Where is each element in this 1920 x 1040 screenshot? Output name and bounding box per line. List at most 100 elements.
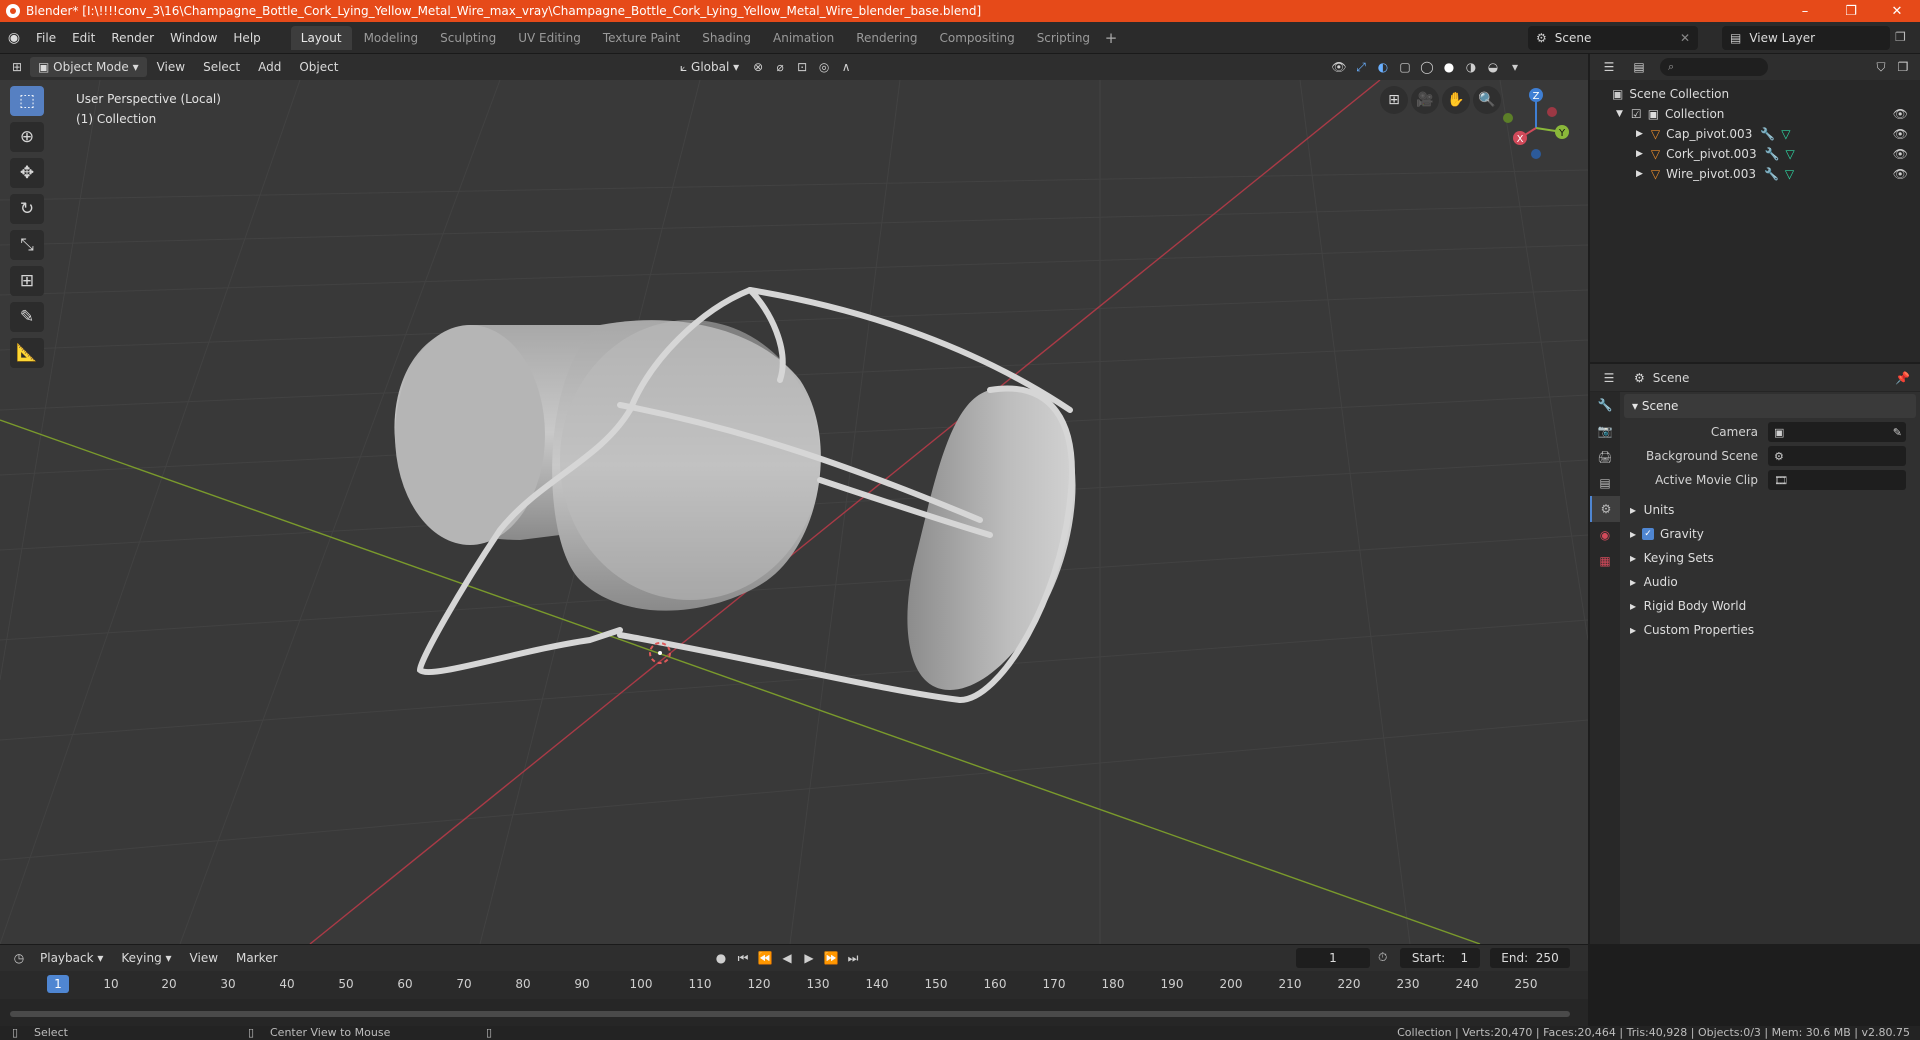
scene-tab-icon[interactable]: ⚙ xyxy=(1590,496,1620,522)
modifier-wrench-icon[interactable]: 🔧 xyxy=(1765,147,1780,161)
annotate-tool-icon[interactable]: ✎ xyxy=(10,302,44,332)
stopwatch-icon[interactable]: ⏱ xyxy=(1378,950,1387,965)
pivot-point-icon[interactable]: ⊗ xyxy=(747,57,769,77)
eye-icon[interactable]: 👁 xyxy=(1893,167,1908,181)
tab-scripting[interactable]: Scripting xyxy=(1027,26,1100,50)
active-movie-clip-field[interactable]: 🎞 xyxy=(1768,470,1906,490)
add-workspace-icon[interactable]: + xyxy=(1100,29,1122,47)
filter-icon[interactable]: ⛉ xyxy=(1870,57,1892,77)
tree-object-wire[interactable]: ▶ ▽ Wire_pivot.003 🔧 ▽ 👁 xyxy=(1590,164,1920,184)
menu-window[interactable]: Window xyxy=(162,22,225,54)
eye-icon[interactable]: 👁 xyxy=(1893,147,1908,161)
units-panel[interactable]: ▸ Units xyxy=(1620,498,1920,522)
3d-viewport[interactable]: Z Y X User Perspective (Local) (1) Colle… xyxy=(0,80,1588,944)
proportional-edit-icon[interactable]: ◎ xyxy=(813,57,835,77)
world-tab-icon[interactable]: ◉ xyxy=(1590,522,1620,548)
output-tab-icon[interactable]: 🖨 xyxy=(1590,444,1620,470)
end-frame-field[interactable]: End: 250 xyxy=(1490,948,1570,968)
menu-keying[interactable]: Keying ▾ xyxy=(113,948,179,968)
menu-playback[interactable]: Playback ▾ xyxy=(32,948,111,968)
visibility-icon[interactable]: 👁 xyxy=(1328,57,1350,77)
play-icon[interactable]: ▶ xyxy=(798,948,820,968)
menu-marker[interactable]: Marker xyxy=(228,948,285,968)
expand-arrow-icon[interactable]: ▶ xyxy=(1636,169,1643,179)
xray-icon[interactable]: ▢ xyxy=(1394,57,1416,77)
scale-tool-icon[interactable]: ⤡ xyxy=(10,230,44,260)
restore-button[interactable]: ❐ xyxy=(1828,0,1874,22)
texture-tab-icon[interactable]: ▦ xyxy=(1590,548,1620,574)
new-collection-icon[interactable]: ❐ xyxy=(1892,57,1914,77)
modifier-wrench-icon[interactable]: 🔧 xyxy=(1764,167,1779,181)
tab-layout[interactable]: Layout xyxy=(290,25,352,50)
snap-icon[interactable]: ⌀ xyxy=(769,57,791,77)
render-tab-icon[interactable]: 📷 xyxy=(1590,418,1620,444)
eyedropper-icon[interactable]: ✎ xyxy=(1893,426,1902,439)
measure-tool-icon[interactable]: 📐 xyxy=(10,338,44,368)
jump-end-icon[interactable]: ⏭ xyxy=(842,948,864,968)
outliner-editor-type-icon[interactable]: ☰ xyxy=(1598,57,1620,77)
perspective-toggle-icon[interactable]: ⊞ xyxy=(1380,86,1408,114)
gizmo-toggle-icon[interactable]: ⤢ xyxy=(1350,57,1372,77)
editor-type-icon[interactable]: ⊞ xyxy=(6,57,28,77)
tree-scene-collection[interactable]: ▣ Scene Collection xyxy=(1590,84,1920,104)
menu-select[interactable]: Select xyxy=(195,57,248,77)
new-view-layer-icon[interactable]: ❐ xyxy=(1895,30,1906,44)
rotate-tool-icon[interactable]: ↻ xyxy=(10,194,44,224)
cursor-tool-icon[interactable]: ⊕ xyxy=(10,122,44,152)
view-layer-tab-icon[interactable]: ▤ xyxy=(1590,470,1620,496)
mesh-data-icon[interactable]: ▽ xyxy=(1781,127,1790,141)
audio-panel[interactable]: ▸ Audio xyxy=(1620,570,1920,594)
record-icon[interactable]: ● xyxy=(710,948,732,968)
timeline-ruler[interactable]: 1 10 20 30 40 50 60 70 80 90 100 110 120… xyxy=(0,971,1588,999)
expand-arrow-icon[interactable]: ▶ xyxy=(1636,129,1643,139)
mesh-data-icon[interactable]: ▽ xyxy=(1786,147,1795,161)
menu-view[interactable]: View xyxy=(149,57,193,77)
transform-orientation-dropdown[interactable]: ⟀ Global ▾ xyxy=(672,57,747,77)
tree-collection[interactable]: ▼ ☑ ▣ Collection 👁 xyxy=(1590,104,1920,124)
menu-help[interactable]: Help xyxy=(225,22,268,54)
jump-start-icon[interactable]: ⏮ xyxy=(732,948,754,968)
timeline-track[interactable] xyxy=(0,999,1588,1027)
menu-add[interactable]: Add xyxy=(250,57,289,77)
camera-view-icon[interactable]: 🎥 xyxy=(1411,86,1439,114)
play-reverse-icon[interactable]: ◀ xyxy=(776,948,798,968)
tab-uv-editing[interactable]: UV Editing xyxy=(508,26,591,50)
modifier-wrench-icon[interactable]: 🔧 xyxy=(1760,127,1775,141)
mode-dropdown[interactable]: ▣ Object Mode ▾ xyxy=(30,57,147,77)
eye-icon[interactable]: 👁 xyxy=(1893,127,1908,141)
menu-object[interactable]: Object xyxy=(291,57,346,77)
zoom-icon[interactable]: 🔍 xyxy=(1473,86,1501,114)
outliner-search-input[interactable]: ⌕ xyxy=(1660,58,1768,76)
falloff-icon[interactable]: ∧ xyxy=(835,57,857,77)
checkbox-icon[interactable]: ☑ xyxy=(1631,107,1642,121)
navigation-gizmo[interactable]: Z Y X xyxy=(1503,88,1569,159)
tab-modeling[interactable]: Modeling xyxy=(354,26,429,50)
snap-target-icon[interactable]: ⊡ xyxy=(791,57,813,77)
menu-timeline-view[interactable]: View xyxy=(182,948,226,968)
material-shading-icon[interactable]: ◑ xyxy=(1460,57,1482,77)
menu-render[interactable]: Render xyxy=(103,22,162,54)
shading-options-icon[interactable]: ▾ xyxy=(1504,57,1526,77)
expand-arrow-icon[interactable]: ▼ xyxy=(1616,109,1623,119)
keying-sets-panel[interactable]: ▸ Keying Sets xyxy=(1620,546,1920,570)
start-frame-field[interactable]: Start: 1 xyxy=(1400,948,1480,968)
properties-editor-type-icon[interactable]: ☰ xyxy=(1598,368,1620,388)
scene-panel-header[interactable]: ▾ Scene xyxy=(1624,394,1916,418)
tool-tab-icon[interactable]: 🔧 xyxy=(1590,392,1620,418)
gravity-checkbox[interactable]: ✓ xyxy=(1642,528,1655,540)
minimize-button[interactable]: – xyxy=(1782,0,1828,22)
tab-shading[interactable]: Shading xyxy=(692,26,761,50)
tab-animation[interactable]: Animation xyxy=(763,26,844,50)
tab-sculpting[interactable]: Sculpting xyxy=(430,26,506,50)
transform-tool-icon[interactable]: ⊞ xyxy=(10,266,44,296)
timeline-scrollbar[interactable] xyxy=(10,1011,1570,1017)
jump-keyframe-back-icon[interactable]: ⏪ xyxy=(754,948,776,968)
close-button[interactable]: ✕ xyxy=(1874,0,1920,22)
display-mode-icon[interactable]: ▤ xyxy=(1628,57,1650,77)
mesh-data-icon[interactable]: ▽ xyxy=(1785,167,1794,181)
view-layer-selector[interactable]: ▤ View Layer xyxy=(1722,26,1890,50)
expand-arrow-icon[interactable]: ▶ xyxy=(1636,149,1643,159)
scene-selector[interactable]: ⚙ Scene ✕ xyxy=(1528,26,1698,50)
select-box-tool-icon[interactable]: ⬚ xyxy=(10,86,44,116)
camera-field[interactable]: ▣ ✎ xyxy=(1768,422,1906,442)
